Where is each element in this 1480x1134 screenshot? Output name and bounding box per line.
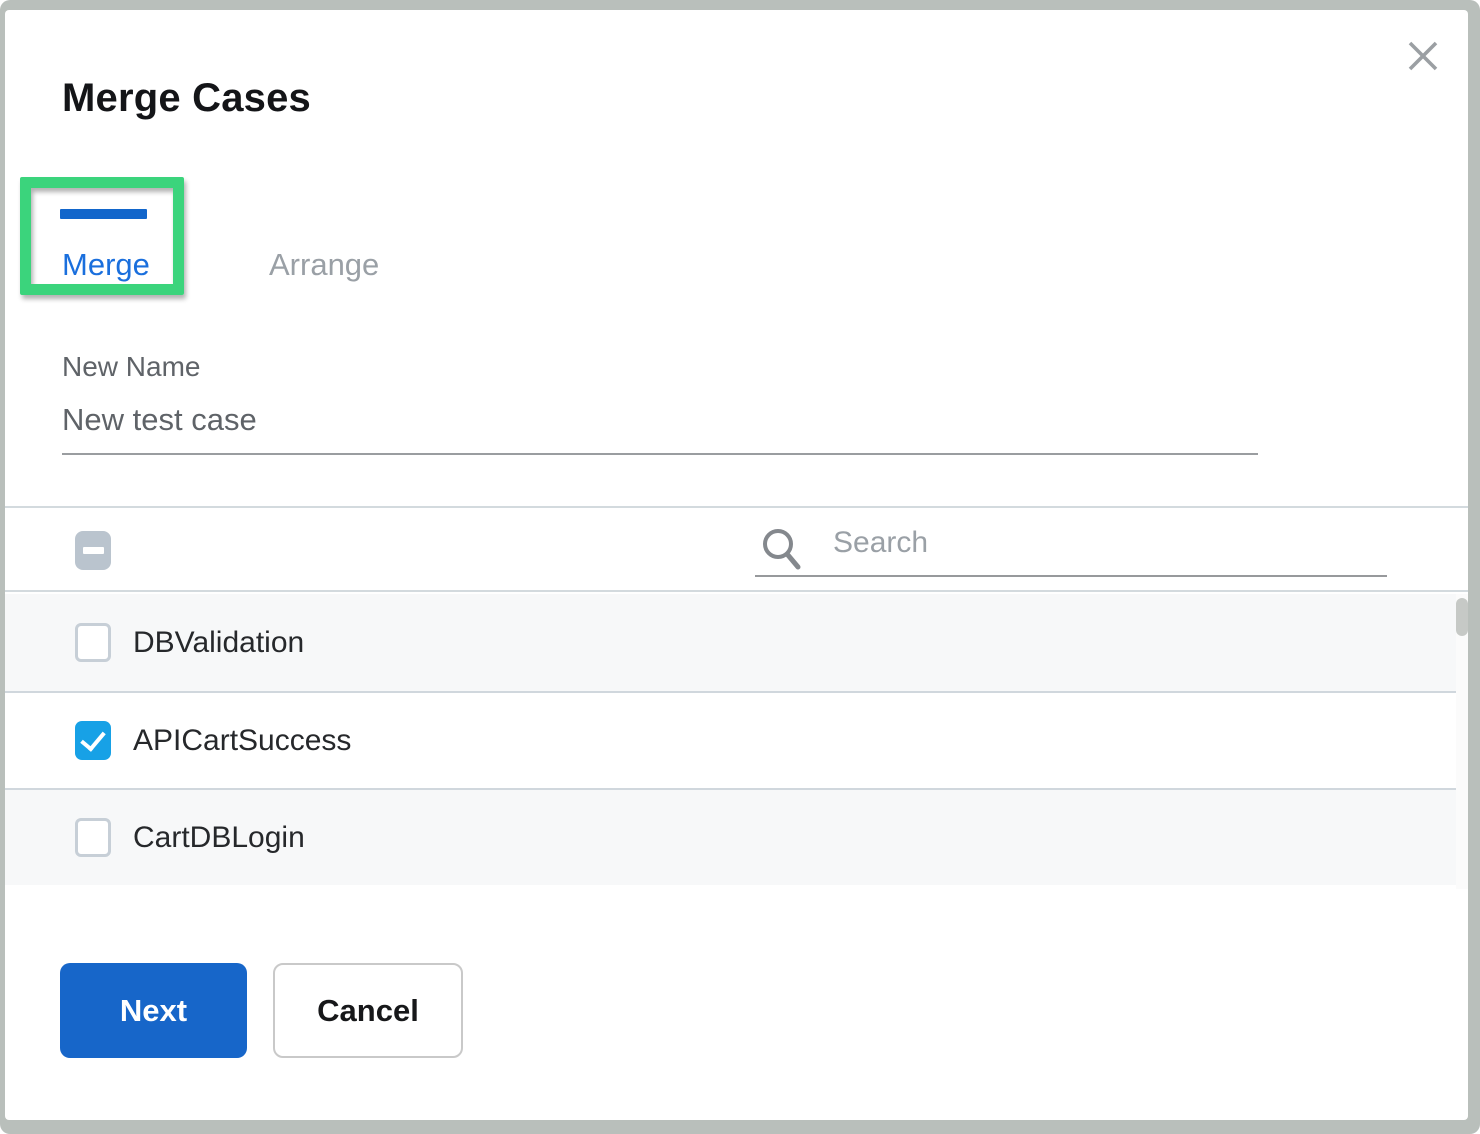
list-item[interactable]: APICartSuccess xyxy=(5,691,1456,788)
cancel-button[interactable]: Cancel xyxy=(273,963,463,1058)
case-checkbox[interactable] xyxy=(75,721,111,760)
list-toolbar xyxy=(5,506,1468,592)
new-name-field[interactable] xyxy=(62,402,1258,438)
search-icon xyxy=(757,523,807,575)
merge-cases-dialog: Merge Cases Merge Arrange New Name DBVal… xyxy=(5,10,1468,1120)
case-name: DBValidation xyxy=(133,626,304,660)
new-name-label: New Name xyxy=(62,351,200,383)
search-input[interactable] xyxy=(833,526,1253,560)
next-button[interactable]: Next xyxy=(60,963,247,1058)
close-icon xyxy=(1403,36,1443,76)
case-checkbox[interactable] xyxy=(75,818,111,857)
list-item[interactable]: CartDBLogin xyxy=(5,788,1456,885)
case-list: DBValidation APICartSuccess CartDBLogin xyxy=(5,594,1456,885)
active-tab-indicator xyxy=(60,209,147,219)
case-checkbox[interactable] xyxy=(75,623,111,662)
scrollbar-thumb[interactable] xyxy=(1456,598,1468,636)
new-name-underline xyxy=(62,453,1258,455)
close-button[interactable] xyxy=(1401,34,1445,78)
list-item[interactable]: DBValidation xyxy=(5,594,1456,691)
page-title: Merge Cases xyxy=(62,76,311,121)
case-name: CartDBLogin xyxy=(133,821,305,855)
tab-merge[interactable]: Merge xyxy=(62,247,150,283)
screenshot-frame: Merge Cases Merge Arrange New Name DBVal… xyxy=(0,0,1480,1134)
case-name: APICartSuccess xyxy=(133,724,351,758)
tab-arrange[interactable]: Arrange xyxy=(269,247,379,283)
select-all-checkbox[interactable] xyxy=(75,531,111,570)
search-underline xyxy=(755,575,1387,577)
scrollbar-track[interactable] xyxy=(1456,594,1468,889)
